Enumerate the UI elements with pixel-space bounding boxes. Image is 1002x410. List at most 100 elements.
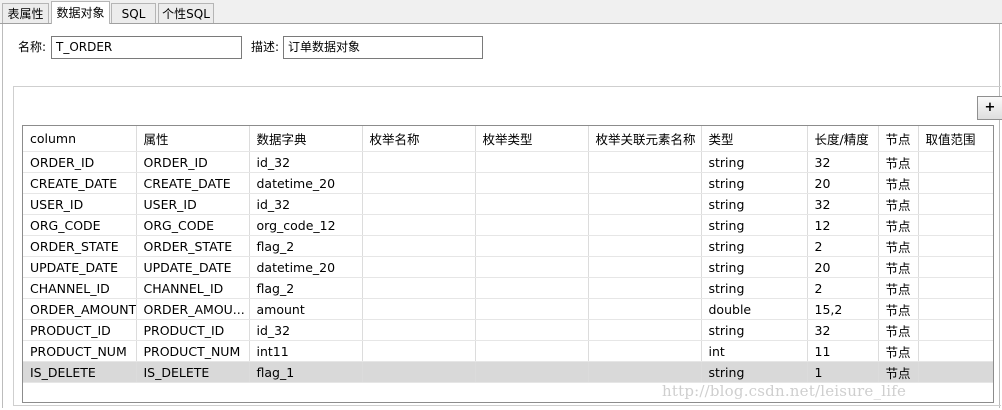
table-cell[interactable]: PRODUCT_ID <box>23 319 137 341</box>
table-cell[interactable]: string <box>701 235 808 257</box>
table-cell[interactable] <box>475 340 589 362</box>
table-cell[interactable]: flag_2 <box>249 235 363 257</box>
table-cell[interactable]: 节点 <box>878 277 919 299</box>
table-cell[interactable] <box>362 172 476 194</box>
table-cell[interactable]: CHANNEL_ID <box>136 277 250 299</box>
table-cell[interactable]: 32 <box>807 151 879 173</box>
table-cell[interactable] <box>588 214 702 236</box>
table-cell[interactable] <box>588 235 702 257</box>
table-cell[interactable]: string <box>701 172 808 194</box>
table-cell[interactable]: 12 <box>807 214 879 236</box>
table-cell[interactable] <box>362 361 476 383</box>
table-cell[interactable] <box>475 151 589 173</box>
column-header[interactable]: 类型 <box>701 126 808 152</box>
table-row[interactable]: IS_DELETE IS_DELETE flag_1 string 1 节点 <box>23 361 993 383</box>
table-cell[interactable] <box>588 298 702 320</box>
table-cell[interactable]: datetime_20 <box>249 256 363 278</box>
table-cell[interactable]: 节点 <box>878 151 919 173</box>
table-cell[interactable] <box>918 361 993 383</box>
table-cell[interactable]: int <box>701 340 808 362</box>
table-cell[interactable] <box>918 319 993 341</box>
table-cell[interactable]: id_32 <box>249 319 363 341</box>
table-cell[interactable]: 32 <box>807 319 879 341</box>
table-cell[interactable]: UPDATE_DATE <box>23 256 137 278</box>
table-cell[interactable]: id_32 <box>249 151 363 173</box>
table-cell[interactable] <box>362 151 476 173</box>
table-cell[interactable]: 15,2 <box>807 298 879 320</box>
table-cell[interactable]: flag_1 <box>249 361 363 383</box>
table-cell[interactable] <box>475 193 589 215</box>
table-cell[interactable] <box>588 361 702 383</box>
table-cell[interactable] <box>362 340 476 362</box>
table-cell[interactable]: CREATE_DATE <box>136 172 250 194</box>
table-cell[interactable] <box>588 277 702 299</box>
name-field[interactable]: T_ORDER <box>51 36 242 59</box>
table-cell[interactable]: ORDER_ID <box>23 151 137 173</box>
table-cell[interactable]: double <box>701 298 808 320</box>
table-cell[interactable] <box>475 319 589 341</box>
table-cell[interactable] <box>588 193 702 215</box>
table-cell[interactable]: 节点 <box>878 319 919 341</box>
table-row[interactable]: USER_ID USER_ID id_32 string 32 节点 <box>23 193 993 215</box>
column-header[interactable]: 节点 <box>878 126 919 152</box>
table-cell[interactable]: 2 <box>807 235 879 257</box>
column-header[interactable]: 取值范围 <box>918 126 993 152</box>
table-cell[interactable]: 2 <box>807 277 879 299</box>
table-cell[interactable]: 1 <box>807 361 879 383</box>
table-row[interactable]: PRODUCT_ID PRODUCT_ID id_32 string 32 节点 <box>23 319 993 341</box>
table-cell[interactable]: string <box>701 151 808 173</box>
table-cell[interactable]: flag_2 <box>249 277 363 299</box>
table-cell[interactable]: ORG_CODE <box>136 214 250 236</box>
table-cell[interactable] <box>918 256 993 278</box>
table-cell[interactable]: CHANNEL_ID <box>23 277 137 299</box>
table-cell[interactable] <box>918 277 993 299</box>
table-cell[interactable]: ORDER_AMOUNT <box>23 298 137 320</box>
table-cell[interactable]: IS_DELETE <box>136 361 250 383</box>
table-cell[interactable]: 节点 <box>878 214 919 236</box>
table-cell[interactable] <box>918 172 993 194</box>
table-cell[interactable]: string <box>701 361 808 383</box>
add-row-button[interactable]: + <box>977 96 1002 120</box>
table-cell[interactable]: ORG_CODE <box>23 214 137 236</box>
column-header[interactable]: 长度/精度 <box>807 126 879 152</box>
table-cell[interactable] <box>475 256 589 278</box>
table-cell[interactable] <box>475 361 589 383</box>
tab-data-object[interactable]: 数据对象 <box>51 1 110 24</box>
table-cell[interactable] <box>362 235 476 257</box>
column-header[interactable]: 枚举类型 <box>475 126 589 152</box>
table-cell[interactable]: 20 <box>807 172 879 194</box>
tab-table-properties[interactable]: 表属性 <box>2 3 49 23</box>
table-cell[interactable]: 节点 <box>878 256 919 278</box>
tab-custom-sql[interactable]: 个性SQL <box>158 3 214 23</box>
table-cell[interactable]: 11 <box>807 340 879 362</box>
columns-grid[interactable]: column 属性 数据字典 枚举名称 枚举类型 枚举关联元素名称 类型 长度/精度 节点 取值范… <box>22 125 994 403</box>
tab-sql[interactable]: SQL <box>111 3 156 23</box>
table-cell[interactable] <box>588 256 702 278</box>
table-row[interactable]: PRODUCT_NUM PRODUCT_NUM int11 int 11 节点 <box>23 340 993 362</box>
table-cell[interactable]: string <box>701 319 808 341</box>
table-cell[interactable] <box>588 340 702 362</box>
table-cell[interactable]: ORDER_STATE <box>23 235 137 257</box>
table-cell[interactable]: ORDER_STATE <box>136 235 250 257</box>
table-cell[interactable]: PRODUCT_NUM <box>23 340 137 362</box>
table-row[interactable]: ORG_CODE ORG_CODE org_code_12 string 12 节点 <box>23 214 993 236</box>
table-cell[interactable] <box>362 193 476 215</box>
table-cell[interactable] <box>362 277 476 299</box>
table-cell[interactable]: id_32 <box>249 193 363 215</box>
table-cell[interactable] <box>918 235 993 257</box>
table-cell[interactable]: USER_ID <box>23 193 137 215</box>
table-cell[interactable] <box>475 277 589 299</box>
table-row[interactable]: UPDATE_DATE UPDATE_DATE datetime_20 string 2… <box>23 256 993 278</box>
table-cell[interactable] <box>918 340 993 362</box>
table-row[interactable]: CHANNEL_ID CHANNEL_ID flag_2 string 2 节点 <box>23 277 993 299</box>
table-cell[interactable]: string <box>701 193 808 215</box>
table-cell[interactable] <box>918 193 993 215</box>
table-cell[interactable]: 节点 <box>878 340 919 362</box>
table-cell[interactable]: int11 <box>249 340 363 362</box>
table-cell[interactable]: PRODUCT_ID <box>136 319 250 341</box>
column-header[interactable]: 枚举名称 <box>362 126 476 152</box>
table-cell[interactable]: org_code_12 <box>249 214 363 236</box>
table-cell[interactable] <box>588 319 702 341</box>
table-cell[interactable]: PRODUCT_NUM <box>136 340 250 362</box>
table-cell[interactable] <box>918 298 993 320</box>
